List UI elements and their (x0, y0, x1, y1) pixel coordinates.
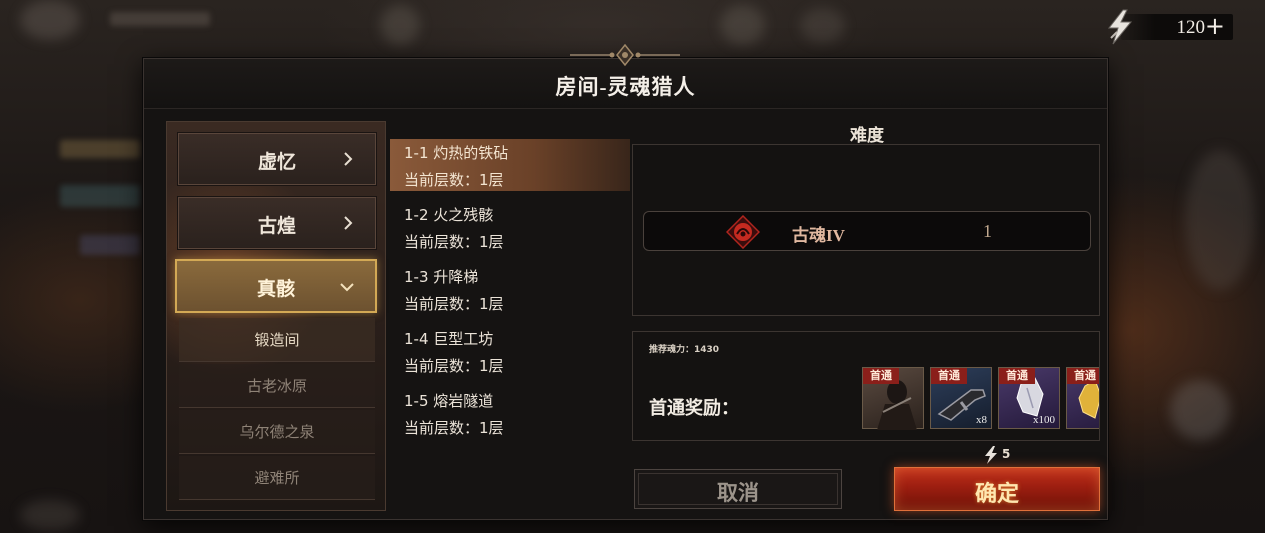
background-decoration (1170, 380, 1230, 440)
background-decoration (60, 140, 140, 158)
cancel-button-label: 取消 (717, 481, 759, 505)
lightning-icon (985, 446, 997, 464)
reward-box: 推荐魂力：1430 首通奖励： 首通 首通 x8 首通 x100 首通 (632, 331, 1100, 441)
confirm-button-label: 确定 (974, 481, 1019, 506)
first-clear-tag: 首通 (1067, 368, 1099, 384)
level-name: 1-1 灼热的铁砧 (404, 144, 509, 162)
background-decoration (20, 0, 80, 40)
level-floor: 当前层数：1层 (404, 171, 504, 189)
level-item[interactable]: 1-2 火之残骸 当前层数：1层 (390, 201, 630, 253)
add-energy-button[interactable]: + (1205, 13, 1225, 39)
reward-item[interactable]: 首通 (1066, 367, 1099, 429)
stamina-cost-value: 5 (1002, 447, 1011, 461)
category-button-xuyi[interactable]: 虚忆 (177, 132, 377, 186)
background-decoration (60, 185, 140, 207)
background-decoration (720, 5, 765, 45)
category-panel: 虚忆 古煌 真骸 锻造间 古老冰原 乌尔德之泉 避难所 (166, 121, 386, 511)
background-decoration (20, 500, 80, 530)
room-dialog: 房间-灵魂猎人 虚忆 古煌 真骸 锻造间 古老冰原 乌尔德之泉 避难所 1-1 … (143, 58, 1108, 520)
difficulty-box: 古魂IV 1 (632, 144, 1100, 316)
level-name: 1-2 火之残骸 (404, 206, 494, 224)
sub-item-forge[interactable]: 锻造间 (179, 318, 375, 362)
energy-counter: 120 + (1103, 9, 1233, 45)
level-name: 1-4 巨型工坊 (404, 330, 494, 348)
dialog-title: 房间-灵魂猎人 (555, 75, 696, 99)
energy-value: 120 (1176, 17, 1206, 38)
background-decoration (80, 235, 140, 255)
dialog-ornament-icon (570, 44, 680, 66)
first-clear-tag: 首通 (931, 368, 967, 384)
sub-item-ancient-icefield[interactable]: 古老冰原 (179, 364, 375, 408)
chevron-right-icon (344, 216, 353, 230)
reward-quantity: x100 (1033, 414, 1055, 426)
first-clear-reward-label: 首通奖励： (649, 398, 739, 418)
background-decoration (110, 12, 210, 26)
background-decoration (1185, 150, 1255, 290)
chevron-down-icon (340, 283, 354, 292)
category-button-guhuang[interactable]: 古煌 (177, 196, 377, 250)
confirm-button[interactable]: 确定 (894, 467, 1100, 511)
chevron-right-icon (344, 152, 353, 166)
sub-item-urd-spring[interactable]: 乌尔德之泉 (179, 410, 375, 454)
reward-item[interactable]: 首通 x8 (930, 367, 992, 429)
level-name: 1-3 升降梯 (404, 268, 479, 286)
difficulty-selector[interactable]: 古魂IV 1 (643, 211, 1091, 251)
reward-quantity: x8 (976, 414, 987, 426)
background-decoration (800, 8, 845, 43)
background-decoration (380, 5, 420, 45)
cancel-button[interactable]: 取消 (634, 469, 842, 509)
difficulty-title: 难度 (850, 126, 884, 145)
reward-item[interactable]: 首通 x100 (998, 367, 1060, 429)
sub-item-shelter[interactable]: 避难所 (179, 456, 375, 500)
category-button-zhenhai[interactable]: 真骸 (175, 259, 377, 313)
level-floor: 当前层数：1层 (404, 419, 504, 437)
first-clear-tag: 首通 (863, 368, 899, 384)
level-name: 1-5 熔岩隧道 (404, 392, 494, 410)
first-clear-tag: 首通 (999, 368, 1035, 384)
level-floor: 当前层数：1层 (404, 295, 504, 313)
soul-emblem-icon (726, 215, 760, 249)
difficulty-name: 古魂IV (792, 226, 845, 245)
level-item[interactable]: 1-4 巨型工坊 当前层数：1层 (390, 325, 630, 377)
level-item[interactable]: 1-5 熔岩隧道 当前层数：1层 (390, 387, 630, 439)
level-item[interactable]: 1-1 灼热的铁砧 当前层数：1层 (390, 139, 630, 191)
recommended-power: 推荐魂力：1430 (649, 345, 720, 355)
level-floor: 当前层数：1层 (404, 233, 504, 251)
level-floor: 当前层数：1层 (404, 357, 504, 375)
difficulty-level: 1 (983, 221, 992, 241)
reward-item[interactable]: 首通 (862, 367, 924, 430)
level-item[interactable]: 1-3 升降梯 当前层数：1层 (390, 263, 630, 315)
lightning-icon (1107, 9, 1133, 45)
dialog-header: 房间-灵魂猎人 (144, 59, 1107, 109)
